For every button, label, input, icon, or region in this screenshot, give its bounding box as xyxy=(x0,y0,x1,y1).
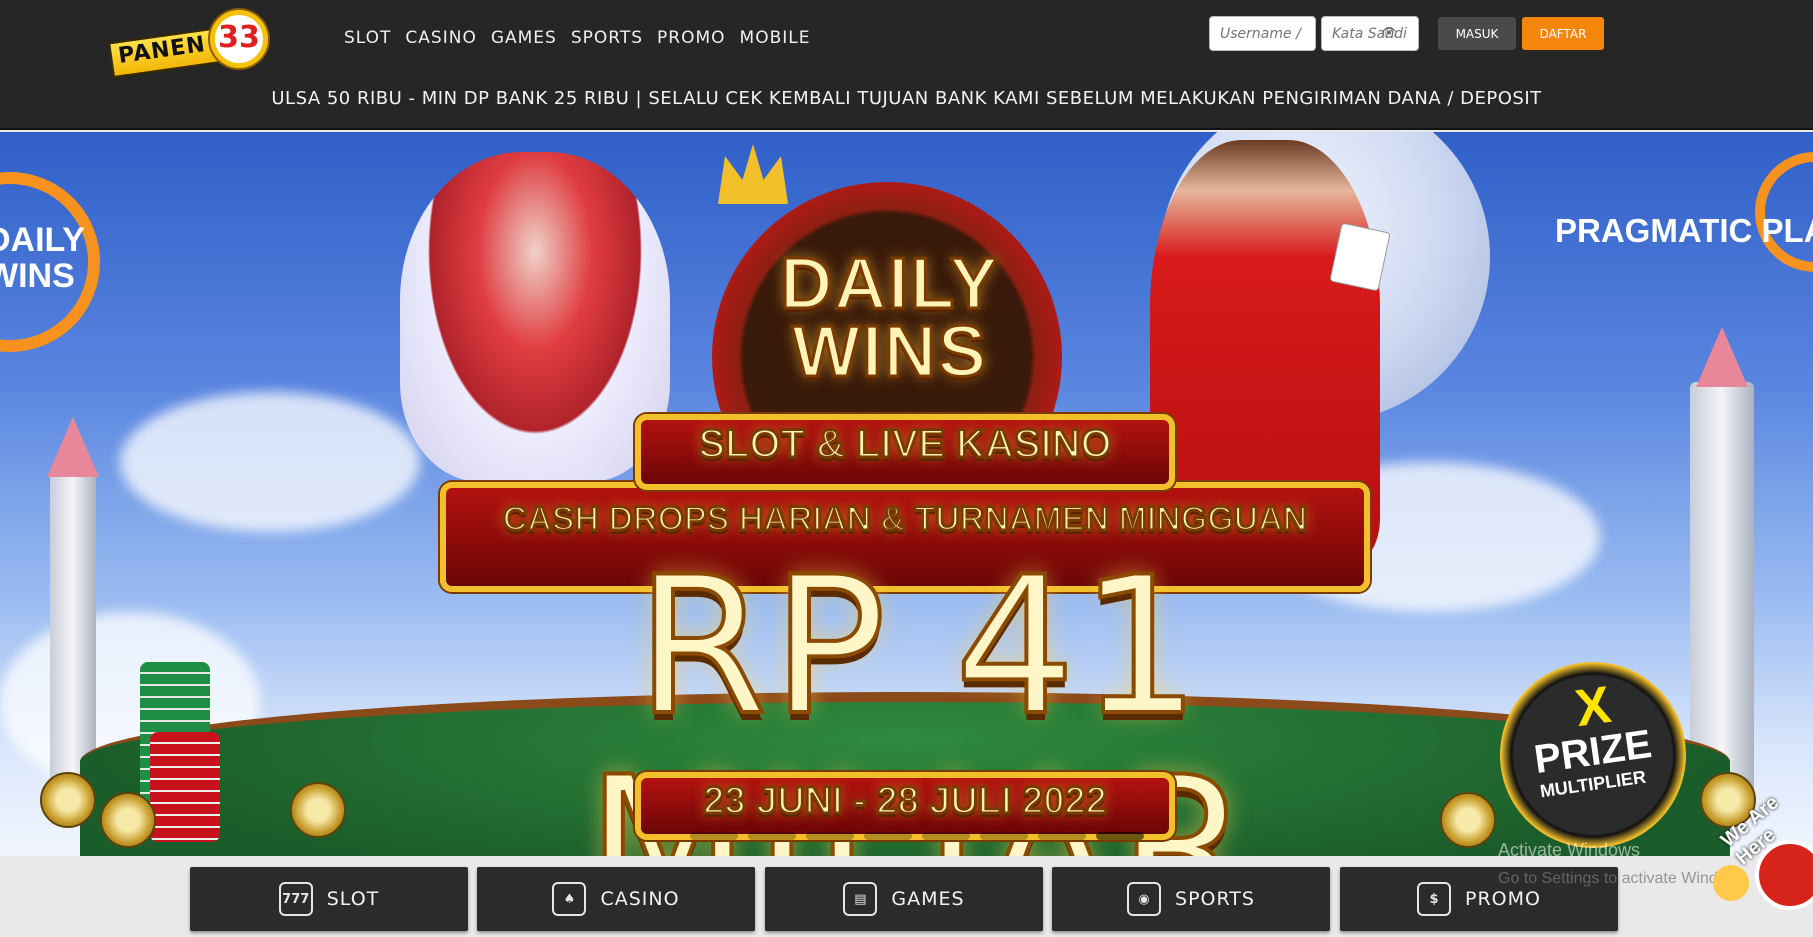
slide-dot[interactable] xyxy=(864,832,912,840)
provider-logo: PRAGMATIC PLAY xyxy=(1555,212,1813,249)
login-button[interactable]: MASUK xyxy=(1438,17,1516,50)
money-bag-icon: $ xyxy=(1417,882,1452,916)
right-tower xyxy=(1690,382,1754,802)
coin-icon xyxy=(290,782,346,838)
anime-character-illustration xyxy=(400,152,670,482)
nav-sports[interactable]: SPORTS xyxy=(571,28,643,48)
category-label: CASINO xyxy=(600,888,680,910)
slide-dot[interactable] xyxy=(922,832,970,840)
right-tower-roof xyxy=(1696,327,1748,387)
slide-dot-active[interactable] xyxy=(1096,832,1144,840)
category-label: SLOT xyxy=(326,888,380,910)
banner-tagline: CASH DROPS HARIAN & TURNAMEN MINGGUAN xyxy=(501,499,1309,540)
crown-icon xyxy=(718,144,788,204)
slide-indicators xyxy=(690,832,1144,840)
slide-dot[interactable] xyxy=(980,832,1028,840)
dice-cards-icon: ♠ xyxy=(552,882,587,916)
coin-icon xyxy=(40,772,96,828)
nav-promo[interactable]: PROMO xyxy=(657,28,726,48)
category-bar: 777 SLOT ♠ CASINO ▤ GAMES ◉ SPORTS $ PRO… xyxy=(0,856,1813,937)
left-tower-roof xyxy=(47,417,99,477)
coin-icon xyxy=(1440,792,1496,848)
category-slot-button[interactable]: 777 SLOT xyxy=(190,867,468,931)
category-label: GAMES xyxy=(891,888,965,910)
password-input[interactable] xyxy=(1321,16,1419,51)
banner-title: DAILY WINS xyxy=(779,244,1000,392)
cloud xyxy=(120,392,420,532)
chip-stack-red xyxy=(150,732,220,842)
register-button[interactable]: DAFTAR xyxy=(1522,17,1604,50)
nav-slot[interactable]: SLOT xyxy=(344,28,391,48)
arcade-icon: ▤ xyxy=(843,882,878,916)
wave-hand-icon xyxy=(1713,865,1749,901)
slide-dot[interactable] xyxy=(806,832,854,840)
category-label: PROMO xyxy=(1465,888,1541,910)
nav-games[interactable]: GAMES xyxy=(491,28,557,48)
nav-mobile[interactable]: MOBILE xyxy=(740,28,811,48)
category-label: SPORTS xyxy=(1175,888,1255,910)
announcement-marquee: ULSA 50 RIBU - MIN DP BANK 25 RIBU | SEL… xyxy=(271,88,1542,109)
site-logo[interactable]: PANEN 33 xyxy=(108,8,270,80)
category-games-button[interactable]: ▤ GAMES xyxy=(765,867,1043,931)
live-chat-widget[interactable]: We Are Here xyxy=(1705,791,1813,930)
slide-dot[interactable] xyxy=(748,832,796,840)
site-header: PANEN 33 SLOT CASINO GAMES SPORTS PROMO … xyxy=(0,0,1813,130)
chat-bubble-icon[interactable] xyxy=(1755,840,1813,910)
category-sports-button[interactable]: ◉ SPORTS xyxy=(1052,867,1330,931)
slot-machine-icon: 777 xyxy=(278,882,313,916)
main-nav: SLOT CASINO GAMES SPORTS PROMO MOBILE xyxy=(344,28,810,48)
show-password-icon[interactable]: 👁 xyxy=(1381,26,1398,41)
daily-wins-mini-text: DAILY WINS xyxy=(0,221,85,295)
promo-banner[interactable]: DAILY WINS PRAGMATIC PLAY DAILY WINS SLO… xyxy=(0,132,1813,856)
sports-ball-icon: ◉ xyxy=(1127,882,1162,916)
coin-icon xyxy=(100,792,156,848)
category-casino-button[interactable]: ♠ CASINO xyxy=(477,867,755,931)
promo-dates: 23 JUNI - 28 JULI 2022 xyxy=(702,779,1108,824)
activate-windows-title: Activate Windows xyxy=(1498,840,1641,856)
username-input[interactable] xyxy=(1209,16,1316,51)
logo-number: 33 xyxy=(218,20,260,55)
nav-casino[interactable]: CASINO xyxy=(405,28,476,48)
slide-dot[interactable] xyxy=(1038,832,1086,840)
banner-subtitle: SLOT & LIVE KASINO xyxy=(697,421,1113,468)
slide-dot[interactable] xyxy=(690,832,738,840)
